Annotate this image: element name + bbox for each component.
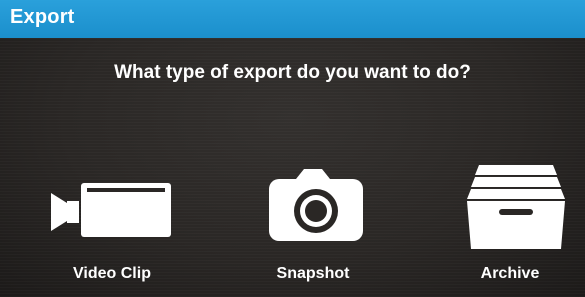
export-prompt: What type of export do you want to do? — [114, 62, 471, 83]
video-clip-label: Video Clip — [73, 265, 151, 282]
dialog-title: Export — [10, 6, 75, 28]
export-dialog: Export What type of export do you want t… — [0, 0, 585, 297]
archive-box-icon — [467, 165, 565, 249]
title-bar: Export — [0, 0, 585, 38]
snapshot-option[interactable]: Snapshot — [238, 165, 388, 295]
video-clip-option[interactable]: Video Clip — [37, 165, 187, 295]
video-camera-icon — [51, 183, 171, 237]
camera-icon — [269, 169, 363, 241]
archive-option[interactable]: Archive — [435, 165, 585, 295]
snapshot-label: Snapshot — [276, 265, 350, 282]
archive-label: Archive — [480, 265, 540, 282]
